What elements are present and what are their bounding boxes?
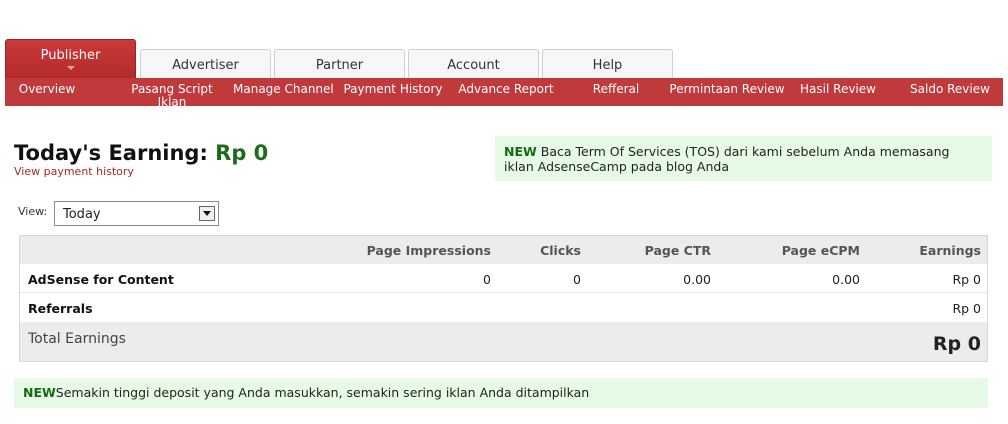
tab-account[interactable]: Account (408, 49, 539, 78)
tab-advertiser[interactable]: Advertiser (140, 49, 271, 78)
new-badge: NEW (504, 144, 537, 159)
subnav-payment-history[interactable]: Payment History (343, 83, 443, 96)
tos-notice: NEW Baca Term Of Services (TOS) dari kam… (495, 136, 992, 181)
total-earnings-label: Total Earnings (28, 331, 126, 347)
page-title: Today's Earning: Rp 0 (14, 141, 268, 165)
view-label: View: (18, 205, 48, 218)
subnav-hasil-review[interactable]: Hasil Review (797, 83, 879, 96)
view-period-select[interactable]: Today (54, 201, 219, 226)
row-impressions: 0 (483, 272, 491, 287)
top-tabs: Publisher Advertiser Partner Account Hel… (0, 0, 1008, 78)
subnav-pasang-script-iklan[interactable]: Pasang Script Iklan (125, 83, 219, 109)
table-row: AdSense for Content 0 0 0.00 0.00 Rp 0 (20, 264, 987, 293)
row-ecpm: 0.00 (832, 272, 860, 287)
chevron-down-icon[interactable] (199, 206, 215, 221)
col-page-ctr: Page CTR (644, 243, 711, 258)
col-clicks: Clicks (540, 243, 581, 258)
subnav-manage-channel[interactable]: Manage Channel (233, 83, 334, 96)
table-header-row: Page Impressions Clicks Page CTR Page eC… (20, 236, 987, 264)
total-earnings-row: Total Earnings Rp 0 (20, 322, 987, 361)
col-page-ecpm: Page eCPM (781, 243, 860, 258)
subnav-saldo-review[interactable]: Saldo Review (905, 83, 995, 96)
subnav-overview[interactable]: Overview (5, 83, 89, 96)
table-row: Referrals Rp 0 (20, 293, 987, 322)
active-tab-arrow-icon (66, 66, 75, 70)
deposit-notice: NEWSemakin tinggi deposit yang Anda masu… (14, 378, 988, 408)
view-payment-history-link[interactable]: View payment history (14, 165, 134, 178)
subnav-permintaan-review[interactable]: Permintaan Review (669, 83, 785, 96)
view-period-value: Today (63, 207, 101, 222)
page-title-label: Today's Earning: (14, 141, 208, 165)
deposit-notice-text: Semakin tinggi deposit yang Anda masukka… (55, 385, 590, 400)
tab-partner[interactable]: Partner (274, 49, 405, 78)
row-name: AdSense for Content (28, 272, 174, 287)
col-earnings: Earnings (919, 243, 981, 258)
row-clicks: 0 (573, 272, 581, 287)
sub-navigation: Overview Pasang Script Iklan Manage Chan… (5, 78, 1003, 109)
row-earnings: Rp 0 (952, 301, 981, 316)
subnav-refferal[interactable]: Refferal (583, 83, 649, 96)
earnings-table: Page Impressions Clicks Page CTR Page eC… (19, 235, 988, 362)
tab-publisher[interactable]: Publisher (5, 39, 136, 78)
new-badge: NEW (23, 385, 56, 400)
tab-publisher-label: Publisher (40, 48, 101, 63)
tos-notice-text: Baca Term Of Services (TOS) dari kami se… (504, 144, 950, 174)
col-page-impressions: Page Impressions (366, 243, 491, 258)
today-earning-amount: Rp 0 (215, 141, 269, 165)
row-name: Referrals (28, 301, 93, 316)
row-ctr: 0.00 (683, 272, 711, 287)
subnav-advance-report[interactable]: Advance Report (457, 83, 555, 96)
total-earnings-value: Rp 0 (932, 333, 981, 355)
tab-help[interactable]: Help (542, 49, 673, 78)
row-earnings: Rp 0 (952, 272, 981, 287)
